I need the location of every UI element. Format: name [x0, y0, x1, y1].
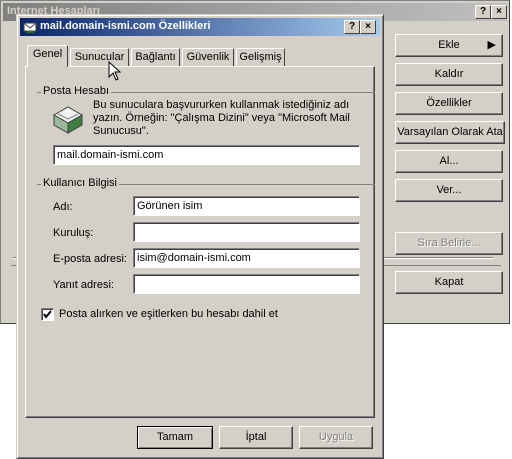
tab-connection[interactable]: Bağlantı	[131, 48, 180, 66]
import-button[interactable]: Al...	[395, 150, 503, 173]
cancel-button[interactable]: İptal	[219, 426, 293, 449]
tab-general[interactable]: Genel	[27, 45, 68, 67]
export-button[interactable]: Ver...	[395, 179, 503, 202]
close-icon: ×	[365, 21, 371, 32]
user-info-group-label: Kullanıcı Bilgisi	[41, 177, 119, 189]
set-order-button[interactable]: Sıra Belirle...	[395, 232, 503, 255]
include-account-label[interactable]: Posta alırken ve eşitlerken bu hesabı da…	[59, 308, 278, 320]
help-button[interactable]: ?	[344, 20, 360, 34]
dialog-title: mail.domain-ismi.com Özellikleri	[40, 20, 211, 32]
help-icon: ?	[348, 21, 356, 32]
mouse-cursor-icon	[108, 61, 122, 81]
bg-help-button[interactable]: ?	[475, 5, 491, 19]
mail-account-description: Bu sunuculara başvururken kullanmak iste…	[93, 99, 350, 137]
name-field[interactable]: Görünen isim	[133, 196, 360, 216]
close-icon: ×	[496, 6, 502, 17]
mail-account-icon	[23, 22, 37, 33]
name-label: Adı:	[53, 201, 73, 213]
add-button[interactable]: Ekle ▶	[395, 34, 503, 57]
mail-account-group-label: Posta Hesabı	[41, 85, 112, 97]
dialog-title-bar[interactable]: mail.domain-ismi.com Özellikleri ? ×	[20, 18, 380, 36]
include-account-checkbox[interactable]	[41, 308, 54, 321]
organization-field[interactable]	[133, 222, 360, 242]
properties-button[interactable]: Özellikler	[395, 92, 503, 115]
checkmark-icon	[43, 310, 52, 319]
ok-button[interactable]: Tamam	[137, 426, 213, 449]
close-button[interactable]: ×	[360, 20, 376, 34]
bg-close-button[interactable]: ×	[491, 5, 507, 19]
tab-advanced[interactable]: Gelişmiş	[236, 48, 285, 66]
submenu-arrow-icon: ▶	[487, 39, 496, 51]
account-properties-dialog: mail.domain-ismi.com Özellikleri ? × Gen…	[16, 14, 384, 459]
reply-address-field[interactable]	[133, 274, 360, 294]
reply-address-label: Yanıt adresi:	[53, 279, 114, 291]
set-default-button[interactable]: Varsayılan Olarak Ata	[395, 121, 505, 144]
account-name-field[interactable]: mail.domain-ismi.com	[53, 145, 360, 165]
organization-label: Kuruluş:	[53, 227, 94, 239]
help-icon: ?	[479, 6, 487, 17]
tab-security[interactable]: Güvenlik	[182, 48, 234, 66]
email-label: E-posta adresi:	[53, 253, 127, 265]
email-field[interactable]: isim@domain-ismi.com	[133, 248, 360, 268]
apply-button[interactable]: Uygula	[299, 426, 373, 449]
close-button[interactable]: Kapat	[395, 271, 503, 294]
remove-button[interactable]: Kaldır	[395, 63, 503, 86]
mail-server-icon	[52, 106, 84, 134]
